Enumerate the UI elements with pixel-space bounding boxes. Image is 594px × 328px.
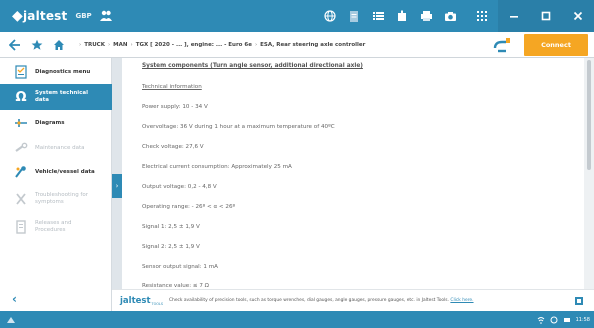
printer-icon[interactable]: [414, 0, 438, 32]
sidebar-item-label: Troubleshooting for symptoms: [35, 192, 88, 205]
back-arrow-icon[interactable]: [4, 32, 26, 58]
sidebar-item-label: Vehicle/vessel data: [35, 168, 95, 175]
tools-logo-main: jaltest: [120, 295, 151, 306]
section-title: System components (Turn angle sensor, ad…: [142, 63, 363, 69]
tools-logo-sub: TOOLS: [151, 301, 163, 306]
minimize-icon[interactable]: [498, 0, 530, 32]
wrench-icon: [12, 139, 30, 157]
external-link-icon[interactable]: [574, 296, 584, 306]
sidebar-item-diagrams[interactable]: Diagrams: [0, 111, 112, 135]
sidebar-collapse-toggle[interactable]: ›: [112, 174, 122, 198]
sidebar-item-vehicle-vessel-data[interactable]: Vehicle/vessel data: [0, 160, 112, 184]
apps-grid-icon[interactable]: [466, 0, 498, 32]
spec-line: Operating range: - 26º < α < 26º: [142, 204, 236, 210]
battery-icon[interactable]: [563, 316, 571, 324]
brand-name: ◆jaltest: [12, 8, 68, 24]
sidebar-item-troubleshooting[interactable]: Troubleshooting for symptoms: [0, 185, 112, 213]
scrollbar-thumb[interactable]: [587, 60, 591, 170]
breadcrumb-item-man[interactable]: MAN: [113, 42, 127, 48]
chevron-right-icon: ›: [115, 182, 119, 190]
maximize-icon[interactable]: [530, 0, 562, 32]
window-controls: [466, 0, 594, 32]
sidebar-item-label: System technical data: [35, 90, 89, 103]
sidebar-item-label: Maintenance data: [35, 144, 85, 151]
toolbar-icons: ?: [318, 0, 486, 32]
close-icon[interactable]: [562, 0, 594, 32]
tools-info-link[interactable]: Click here.: [450, 298, 473, 303]
app-logo: ◆jaltest GBP: [12, 8, 113, 24]
content-scrollbar[interactable]: [584, 58, 594, 289]
taskbar: 11:58: [0, 311, 594, 328]
sidebar-item-label: Releases and Procedures: [35, 220, 72, 233]
home-icon[interactable]: [48, 32, 70, 58]
sidebar-item-maintenance-data[interactable]: Maintenance data: [0, 136, 112, 160]
spec-line: Signal 2: 2,5 ± 1,9 V: [142, 244, 200, 250]
breadcrumb: › TRUCK › MAN › TGX [ 2020 - ... ], engi…: [79, 41, 366, 48]
tools-info-message: Check availability of precision tools, s…: [168, 298, 449, 303]
sidebar-back-button[interactable]: ‹: [0, 289, 112, 309]
star-icon[interactable]: [26, 32, 48, 58]
sidebar-item-label: Diagrams: [35, 119, 65, 126]
technical-data-panel: System components (Turn angle sensor, ad…: [122, 58, 584, 289]
connect-button[interactable]: Connect: [524, 34, 588, 56]
diagnostics-icon: [12, 63, 30, 81]
sidebar-item-system-technical-data[interactable]: Ω System technical data: [0, 84, 112, 110]
spec-line: Signal 1: 2,5 ± 1,9 V: [142, 224, 200, 230]
spec-line: Overvoltage: 36 V during 1 hour at a max…: [142, 124, 335, 130]
breadcrumb-item-model[interactable]: TGX [ 2020 - ... ], engine: ... - Euro 6…: [136, 42, 252, 48]
spec-line: Sensor output signal: 1 mA: [142, 264, 219, 270]
document-icon[interactable]: [342, 0, 366, 32]
vehicle-data-icon: [12, 163, 30, 181]
users-icon[interactable]: [99, 9, 113, 23]
network-icon[interactable]: [550, 316, 558, 324]
brand-sub: GBP: [75, 12, 92, 20]
start-icon[interactable]: [6, 315, 16, 325]
sidebar-item-releases-procedures[interactable]: Releases and Procedures: [0, 213, 112, 241]
sidebar: Diagnostics menu Ω System technical data…: [0, 58, 112, 311]
breadcrumb-item-truck[interactable]: TRUCK: [84, 42, 105, 48]
system-tray: 11:58: [537, 311, 590, 328]
spec-line: Electrical current consumption: Approxim…: [142, 164, 292, 170]
connector-icon[interactable]: [492, 35, 512, 55]
globe-icon[interactable]: [318, 0, 342, 32]
spec-line: Power supply: 10 - 34 V: [142, 104, 208, 110]
camera-icon[interactable]: [438, 0, 462, 32]
troubleshooting-icon: [12, 190, 30, 208]
breadcrumb-item-system: ESA, Rear steering axle controller: [260, 41, 366, 48]
top-bar: ◆jaltest GBP ?: [0, 0, 594, 32]
spec-line: Output voltage: 0,2 - 4,8 V: [142, 184, 217, 190]
back-arrow-icon: ‹: [12, 292, 17, 306]
spec-line: Check voltage: 27,6 V: [142, 144, 204, 150]
wifi-icon[interactable]: [537, 316, 545, 324]
procedures-icon: [12, 218, 30, 236]
sidebar-item-diagnostics-menu[interactable]: Diagnostics menu: [0, 60, 112, 84]
section-subtitle: Technical information: [142, 84, 202, 90]
clock-time: 11:58: [575, 316, 590, 323]
list-icon[interactable]: [366, 0, 390, 32]
omega-icon: Ω: [15, 89, 27, 105]
sidebar-item-label: Diagnostics menu: [35, 68, 91, 75]
diagram-icon: [12, 114, 30, 132]
tools-info-bar: jaltest TOOLS Check availability of prec…: [112, 289, 594, 311]
tools-info-text: Check availability of precision tools, s…: [169, 298, 474, 303]
print-icon[interactable]: [390, 0, 414, 32]
jaltest-tools-logo: jaltest TOOLS: [120, 296, 163, 306]
